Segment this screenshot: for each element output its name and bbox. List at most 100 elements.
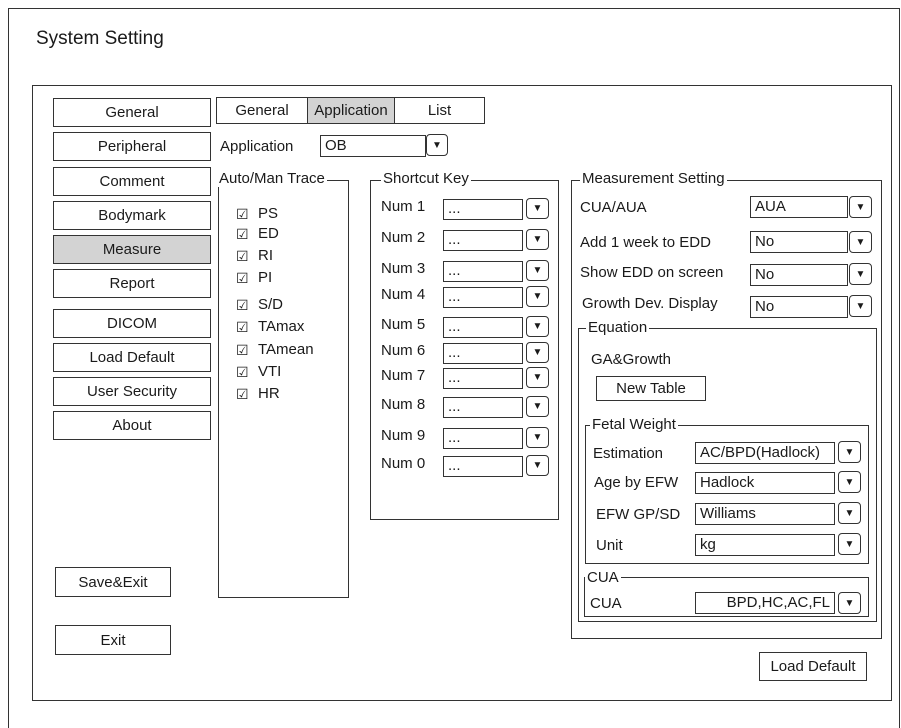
exit-button[interactable]: Exit: [55, 625, 171, 655]
sidebar-item-report[interactable]: Report: [53, 269, 211, 298]
shortcut-select[interactable]: ...: [443, 428, 523, 449]
dropdown-arrow-icon[interactable]: ▼: [526, 455, 549, 476]
sidebar-item-user-security[interactable]: User Security: [53, 377, 211, 406]
load-default-button[interactable]: Load Default: [759, 652, 867, 681]
dropdown-arrow-icon[interactable]: ▼: [526, 367, 549, 388]
checkbox-checked-icon[interactable]: ☑: [236, 248, 249, 264]
dropdown-arrow-icon[interactable]: ▼: [849, 196, 872, 218]
shortcut-label: Num 1: [381, 198, 426, 215]
cua-aua-label: CUA/AUA: [580, 199, 647, 216]
checkbox-checked-icon[interactable]: ☑: [236, 206, 249, 222]
shortcut-label: Num 4: [381, 286, 426, 303]
show-edd-select[interactable]: No: [750, 264, 848, 286]
dropdown-arrow-icon[interactable]: ▼: [526, 396, 549, 417]
dropdown-arrow-icon[interactable]: ▼: [838, 471, 861, 493]
application-label: Application: [220, 138, 294, 155]
dropdown-arrow-icon[interactable]: ▼: [526, 427, 549, 448]
dropdown-arrow-icon[interactable]: ▼: [526, 229, 549, 250]
add-week-select[interactable]: No: [750, 231, 848, 253]
sidebar-item-comment[interactable]: Comment: [53, 167, 211, 196]
shortcut-select[interactable]: ...: [443, 397, 523, 418]
trace-item-label: PI: [258, 269, 273, 286]
cua-label: CUA: [590, 595, 622, 612]
measurement-legend: Measurement Setting: [580, 170, 727, 187]
dropdown-arrow-icon[interactable]: ▼: [526, 260, 549, 281]
tab-list[interactable]: List: [394, 97, 485, 124]
sidebar-item-dicom[interactable]: DICOM: [53, 309, 211, 338]
save-exit-button[interactable]: Save&Exit: [55, 567, 171, 597]
checkbox-checked-icon[interactable]: ☑: [236, 319, 249, 335]
auto-trace-legend: Auto/Man Trace: [217, 170, 327, 187]
estimation-label: Estimation: [593, 445, 664, 462]
estimation-select[interactable]: AC/BPD(Hadlock): [695, 442, 835, 464]
shortcut-select[interactable]: ...: [443, 368, 523, 389]
checkbox-checked-icon[interactable]: ☑: [236, 297, 249, 313]
unit-select[interactable]: kg: [695, 534, 835, 556]
growth-dev-label: Growth Dev. Display: [582, 295, 718, 312]
trace-item-label: S/D: [258, 296, 284, 313]
dropdown-arrow-icon[interactable]: ▼: [849, 295, 872, 317]
shortcut-select[interactable]: ...: [443, 317, 523, 338]
tab-general[interactable]: General: [216, 97, 308, 124]
growth-dev-select[interactable]: No: [750, 296, 848, 318]
tab-application[interactable]: Application: [307, 97, 395, 124]
sidebar-item-bodymark[interactable]: Bodymark: [53, 201, 211, 230]
cua-select[interactable]: BPD,HC,AC,FL: [695, 592, 835, 614]
shortcut-select[interactable]: ...: [443, 456, 523, 477]
dropdown-arrow-icon[interactable]: ▼: [526, 286, 549, 307]
dropdown-arrow-icon[interactable]: ▼: [849, 231, 872, 253]
show-edd-label: Show EDD on screen: [580, 264, 724, 281]
shortcut-label: Num 6: [381, 342, 426, 359]
sidebar-item-general[interactable]: General: [53, 98, 211, 127]
shortcut-label: Num 3: [381, 260, 426, 277]
fetal-weight-legend: Fetal Weight: [590, 416, 678, 433]
sidebar-item-about[interactable]: About: [53, 411, 211, 440]
checkbox-checked-icon[interactable]: ☑: [236, 270, 249, 286]
trace-item-label: TAmean: [258, 341, 314, 358]
dropdown-arrow-icon[interactable]: ▼: [526, 198, 549, 219]
dropdown-arrow-icon[interactable]: ▼: [838, 533, 861, 555]
dropdown-arrow-icon[interactable]: ▼: [426, 134, 448, 156]
checkbox-checked-icon[interactable]: ☑: [236, 342, 249, 358]
shortcut-select[interactable]: ...: [443, 199, 523, 220]
shortcut-select[interactable]: ...: [443, 287, 523, 308]
shortcut-select[interactable]: ...: [443, 230, 523, 251]
dropdown-arrow-icon[interactable]: ▼: [838, 441, 861, 463]
shortcut-select[interactable]: ...: [443, 343, 523, 364]
efw-gp-sd-select[interactable]: Williams: [695, 503, 835, 525]
unit-label: Unit: [596, 537, 623, 554]
efw-gp-sd-label: EFW GP/SD: [596, 506, 681, 523]
trace-item-label: HR: [258, 385, 280, 402]
dropdown-arrow-icon[interactable]: ▼: [838, 592, 861, 614]
trace-item-label: RI: [258, 247, 273, 264]
checkbox-checked-icon[interactable]: ☑: [236, 226, 249, 242]
new-table-button[interactable]: New Table: [596, 376, 706, 401]
add-week-label: Add 1 week to EDD: [580, 234, 711, 251]
shortcut-label: Num 7: [381, 367, 426, 384]
shortcut-label: Num 2: [381, 229, 426, 246]
cua-aua-select[interactable]: AUA: [750, 196, 848, 218]
checkbox-checked-icon[interactable]: ☑: [236, 386, 249, 402]
shortcut-label: Num 9: [381, 427, 426, 444]
dropdown-arrow-icon[interactable]: ▼: [526, 316, 549, 337]
cua-legend: CUA: [585, 569, 621, 586]
dropdown-arrow-icon[interactable]: ▼: [526, 342, 549, 363]
shortcut-label: Num 8: [381, 396, 426, 413]
application-select[interactable]: OB: [320, 135, 426, 157]
age-by-efw-label: Age by EFW: [594, 474, 679, 491]
age-by-efw-select[interactable]: Hadlock: [695, 472, 835, 494]
dropdown-arrow-icon[interactable]: ▼: [849, 263, 872, 285]
shortcut-select[interactable]: ...: [443, 261, 523, 282]
trace-item-label: TAmax: [258, 318, 305, 335]
equation-legend: Equation: [586, 319, 650, 336]
ga-growth-label: GA&Growth: [591, 351, 672, 368]
window-title: System Setting: [36, 28, 164, 49]
dropdown-arrow-icon[interactable]: ▼: [838, 502, 861, 524]
sidebar-item-measure[interactable]: Measure: [53, 235, 211, 264]
checkbox-checked-icon[interactable]: ☑: [236, 364, 249, 380]
sidebar-item-load-default[interactable]: Load Default: [53, 343, 211, 372]
shortcut-label: Num 5: [381, 316, 426, 333]
trace-item-label: ED: [258, 225, 279, 242]
sidebar-item-peripheral[interactable]: Peripheral: [53, 132, 211, 161]
trace-item-label: PS: [258, 205, 279, 222]
